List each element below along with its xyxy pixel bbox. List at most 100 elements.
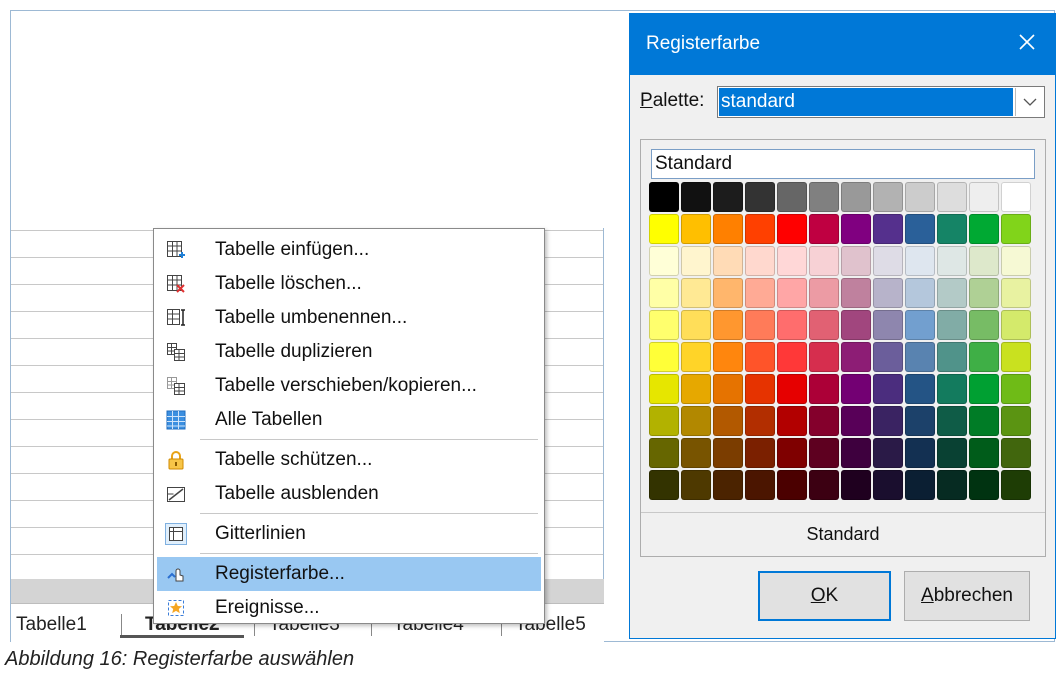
menu-item-gridlines[interactable]: Gitterlinien [157,517,541,551]
menu-item-tab-color[interactable]: Registerfarbe... [157,557,541,591]
color-swatch[interactable] [1001,278,1031,308]
color-swatch[interactable] [809,182,839,212]
color-swatch[interactable] [777,246,807,276]
color-swatch[interactable] [745,406,775,436]
color-swatch[interactable] [777,278,807,308]
color-swatch[interactable] [1001,310,1031,340]
color-name-field[interactable]: Standard [651,149,1035,179]
color-swatch[interactable] [873,406,903,436]
color-swatch[interactable] [873,182,903,212]
color-swatch[interactable] [841,470,871,500]
color-swatch[interactable] [745,214,775,244]
color-swatch[interactable] [937,438,967,468]
color-swatch[interactable] [809,470,839,500]
color-swatch[interactable] [905,406,935,436]
menu-item-rename-sheet[interactable]: Tabelle umbenennen... [157,301,541,335]
color-swatch[interactable] [649,438,679,468]
color-swatch[interactable] [841,438,871,468]
color-swatch[interactable] [841,246,871,276]
dialog-titlebar[interactable]: Registerfarbe [630,14,1055,75]
color-swatch[interactable] [649,246,679,276]
color-swatch[interactable] [1001,406,1031,436]
color-swatch[interactable] [841,310,871,340]
palette-dropdown[interactable]: standard [717,86,1045,118]
color-swatch[interactable] [681,470,711,500]
color-swatch[interactable] [809,438,839,468]
color-swatch[interactable] [905,278,935,308]
color-swatch[interactable] [713,406,743,436]
color-swatch[interactable] [649,310,679,340]
color-swatch[interactable] [873,214,903,244]
color-swatch[interactable] [649,214,679,244]
color-swatch[interactable] [713,438,743,468]
color-swatch[interactable] [649,182,679,212]
color-swatch[interactable] [873,438,903,468]
color-swatch[interactable] [681,374,711,404]
color-swatch[interactable] [745,470,775,500]
color-swatch[interactable] [873,374,903,404]
color-swatch[interactable] [873,310,903,340]
color-swatch[interactable] [745,278,775,308]
color-swatch[interactable] [777,374,807,404]
color-swatch[interactable] [713,182,743,212]
color-swatch[interactable] [905,246,935,276]
color-swatch[interactable] [777,470,807,500]
cancel-button[interactable]: Abbrechen [904,571,1030,621]
color-swatch[interactable] [969,342,999,372]
color-swatch[interactable] [937,182,967,212]
color-swatch[interactable] [713,310,743,340]
color-swatch[interactable] [969,214,999,244]
color-swatch[interactable] [713,278,743,308]
color-swatch[interactable] [1001,470,1031,500]
menu-item-all-sheets[interactable]: Alle Tabellen [157,403,541,437]
color-swatch[interactable] [873,342,903,372]
color-swatch[interactable] [681,246,711,276]
color-swatch[interactable] [905,470,935,500]
color-swatch[interactable] [905,310,935,340]
color-swatch[interactable] [713,374,743,404]
color-swatch[interactable] [809,214,839,244]
color-swatch[interactable] [777,214,807,244]
color-swatch[interactable] [681,406,711,436]
color-swatch[interactable] [713,214,743,244]
color-swatch[interactable] [937,406,967,436]
color-swatch[interactable] [681,214,711,244]
color-swatch[interactable] [873,246,903,276]
ok-button[interactable]: OK [758,571,891,621]
color-swatch[interactable] [841,182,871,212]
color-swatch[interactable] [713,470,743,500]
menu-item-insert-sheet[interactable]: Tabelle einfügen... [157,233,541,267]
color-swatch[interactable] [873,278,903,308]
color-swatch[interactable] [905,438,935,468]
color-swatch[interactable] [745,310,775,340]
color-swatch[interactable] [969,438,999,468]
color-swatch[interactable] [841,342,871,372]
color-swatch[interactable] [841,406,871,436]
color-swatch[interactable] [681,438,711,468]
sheet-tab-1[interactable]: Tabelle1 [16,614,87,636]
color-swatch[interactable] [713,246,743,276]
color-swatch[interactable] [777,310,807,340]
color-swatch[interactable] [745,246,775,276]
color-swatch[interactable] [745,438,775,468]
color-swatch[interactable] [905,374,935,404]
color-swatch[interactable] [1001,182,1031,212]
color-swatch[interactable] [745,374,775,404]
color-swatch[interactable] [809,246,839,276]
dropdown-arrow[interactable] [1015,88,1043,116]
color-swatch[interactable] [777,406,807,436]
color-swatch[interactable] [905,214,935,244]
color-swatch[interactable] [681,310,711,340]
color-swatch[interactable] [777,182,807,212]
color-swatch[interactable] [937,470,967,500]
color-swatch[interactable] [713,342,743,372]
color-swatch[interactable] [969,374,999,404]
close-button[interactable] [1013,28,1041,56]
color-swatch[interactable] [649,342,679,372]
color-swatch[interactable] [745,342,775,372]
color-swatch[interactable] [841,214,871,244]
color-swatch[interactable] [745,182,775,212]
color-swatch[interactable] [1001,214,1031,244]
color-swatch[interactable] [809,374,839,404]
menu-item-events[interactable]: Ereignisse... [157,591,541,625]
